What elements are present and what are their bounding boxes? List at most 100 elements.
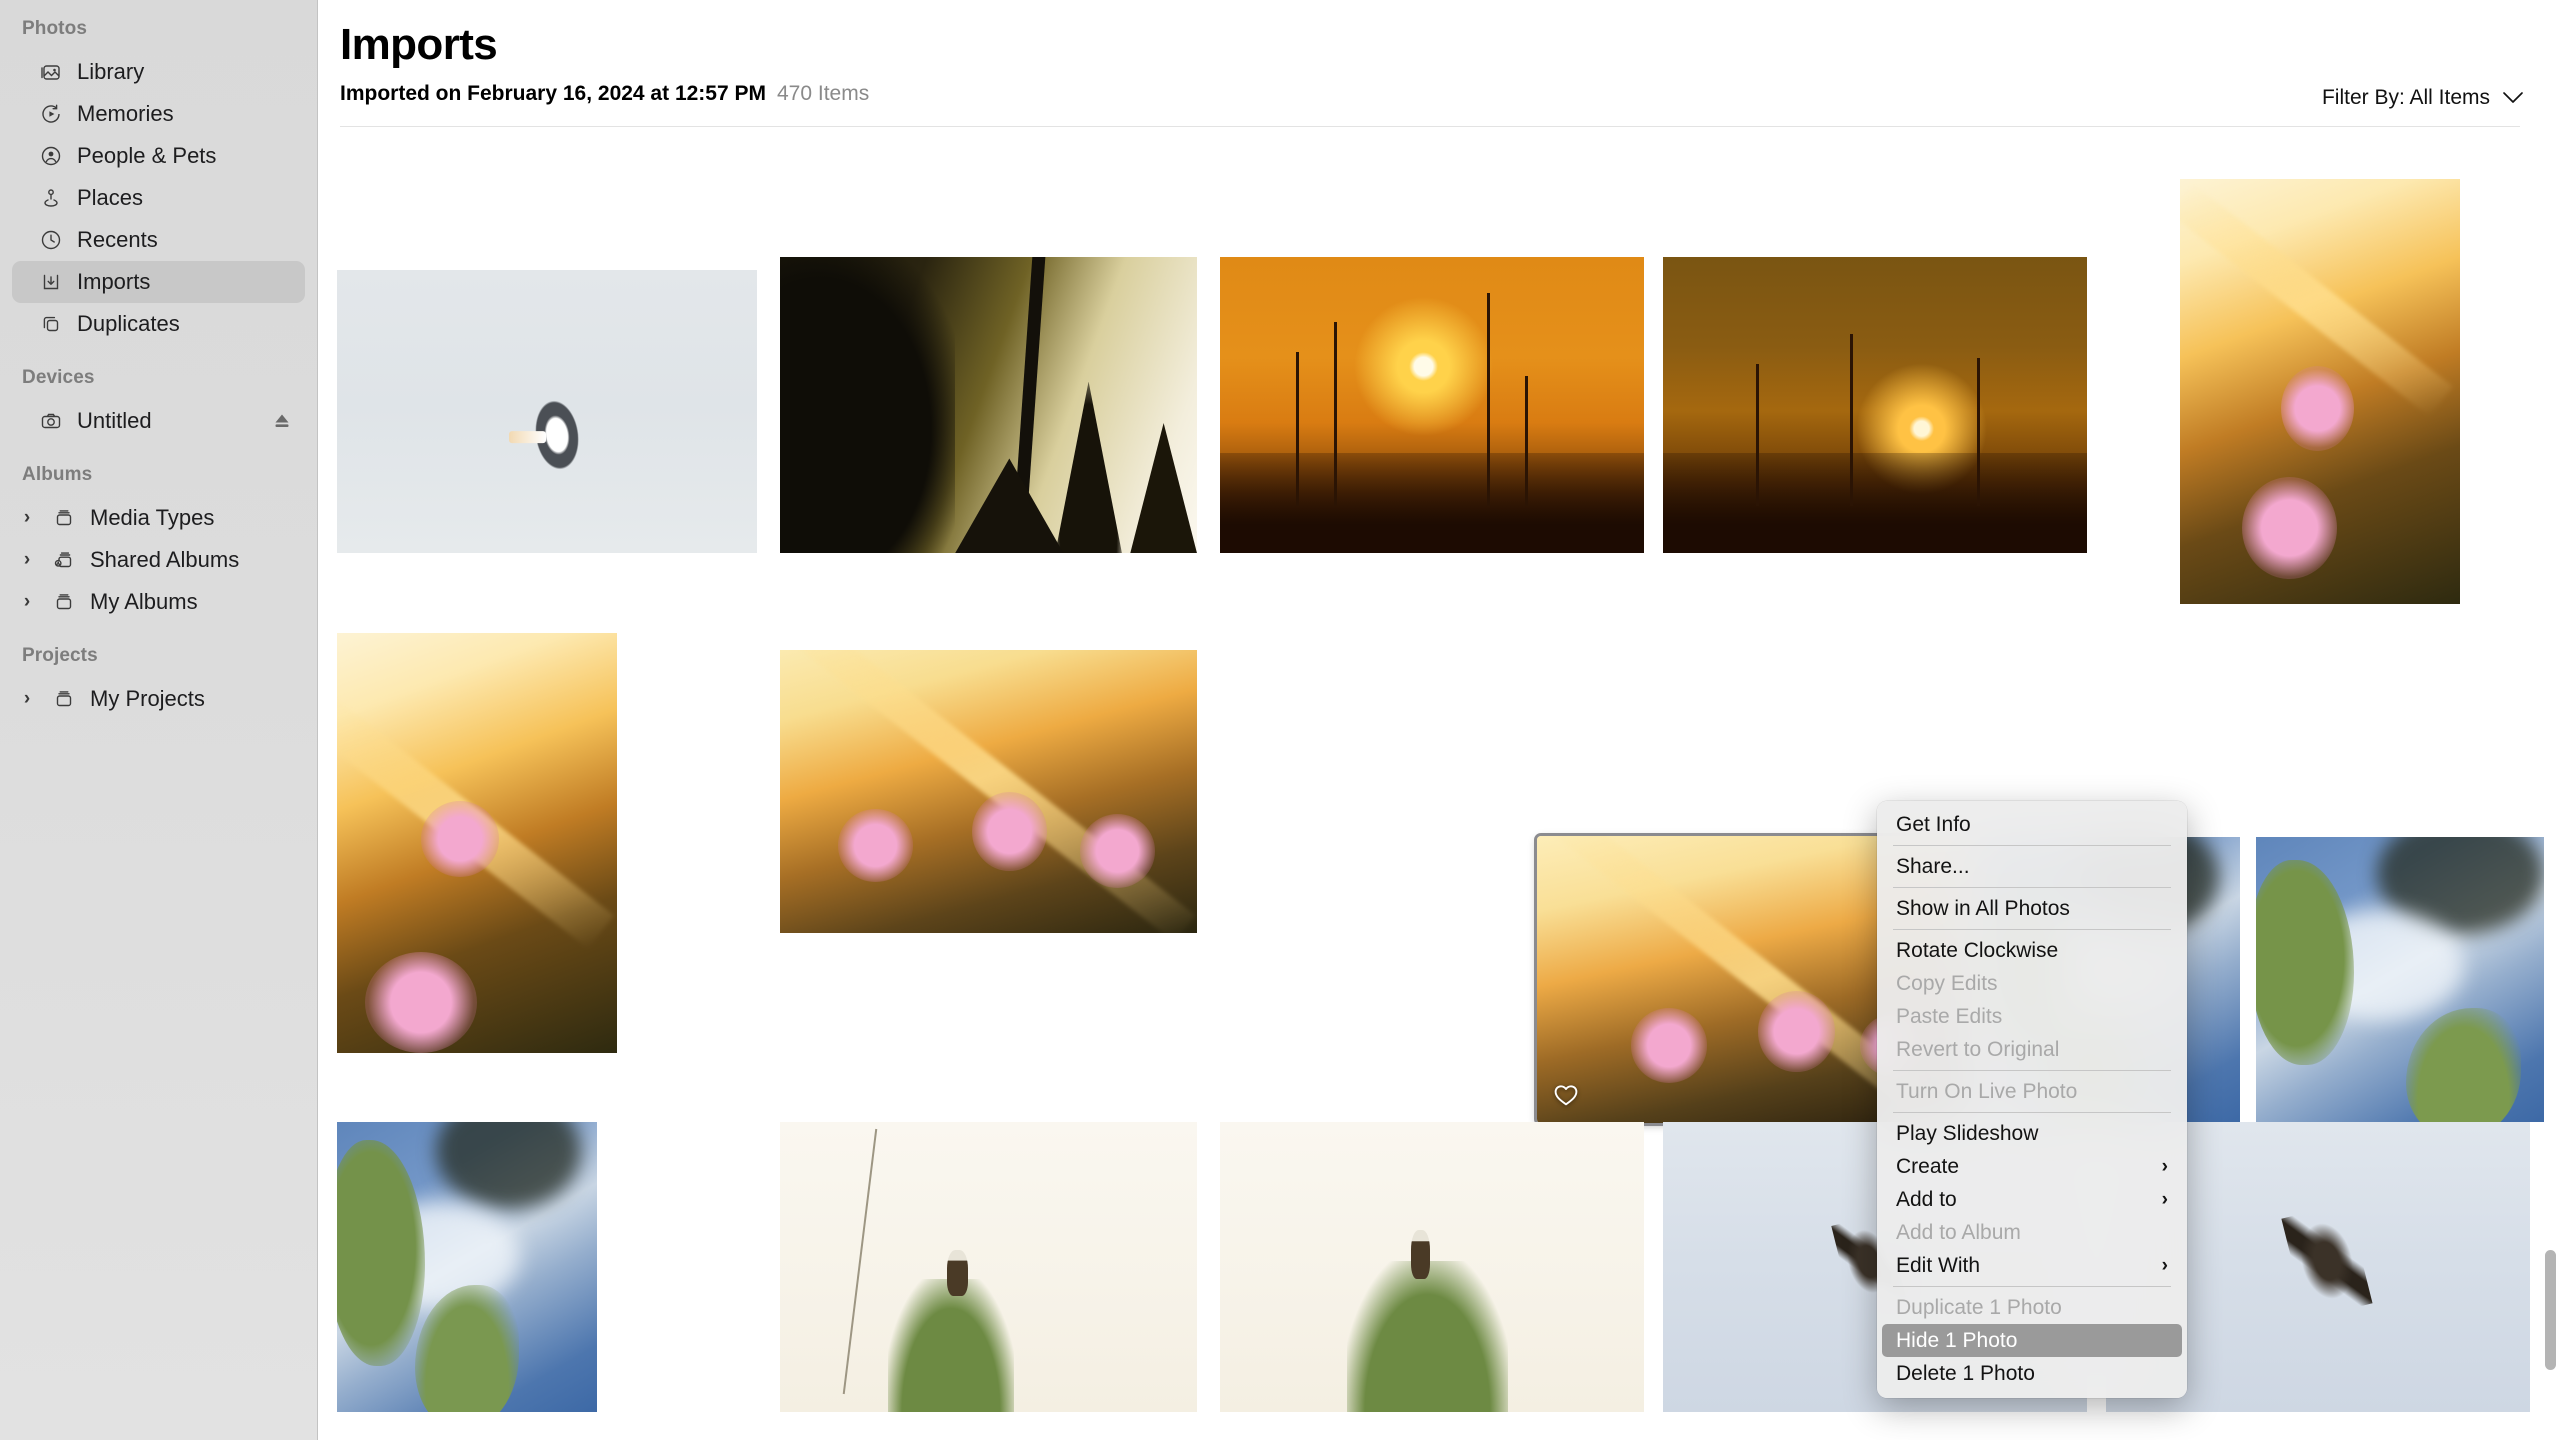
orange-sunset-burnt-forest [1220, 257, 1644, 554]
context-menu-item-label: Rotate Clockwise [1896, 938, 2059, 962]
sidebar-section-devices-title: Devices [22, 367, 95, 388]
sidebar: Photos Library Memories People & Pets Pl… [0, 0, 318, 1440]
duplicates-icon [38, 311, 64, 337]
camera-icon [38, 408, 64, 434]
context-menu-item-label: Play Slideshow [1896, 1121, 2039, 1145]
deep-orange-sunset [1663, 257, 2087, 554]
context-menu-item-paste-edits: Paste Edits [1882, 1000, 2182, 1033]
context-menu-item-label: Turn On Live Photo [1896, 1079, 2078, 1103]
photo-thumbnail[interactable] [337, 633, 617, 1054]
chevron-right-icon: › [2161, 1155, 2168, 1177]
context-menu[interactable]: Get Info Share... Show in All Photos Rot… [1877, 801, 2187, 1398]
sidebar-item-label: Untitled [77, 408, 152, 433]
context-menu-item-get-info[interactable]: Get Info [1882, 808, 2182, 841]
sidebar-item-label: My Albums [90, 589, 198, 614]
bald-eagle-perched [780, 1122, 1197, 1413]
sidebar-item-duplicates[interactable]: Duplicates [12, 303, 305, 345]
chevron-right-icon[interactable]: › [16, 507, 38, 529]
sidebar-item-recents[interactable]: Recents [12, 219, 305, 261]
context-menu-item-label: Hide 1 Photo [1896, 1328, 2018, 1352]
birch-blue-sky-b [2256, 837, 2544, 1123]
photo-thumbnail[interactable] [780, 257, 1197, 554]
sidebar-item-label: People & Pets [77, 143, 217, 168]
context-menu-item-edit-with[interactable]: Edit With › [1882, 1249, 2182, 1282]
photo-thumbnail[interactable] [780, 1122, 1197, 1413]
context-menu-item-label: Get Info [1896, 812, 1971, 836]
people-icon [38, 143, 64, 169]
sidebar-item-memories[interactable]: Memories [12, 93, 305, 135]
context-menu-item-add-to[interactable]: Add to › [1882, 1183, 2182, 1216]
vertical-scrollbar[interactable] [2545, 1250, 2556, 1370]
sidebar-item-media-types[interactable]: › Media Types [12, 497, 305, 539]
item-count-text: 470 Items [777, 82, 870, 106]
album-icon [51, 686, 77, 712]
sidebar-item-my-albums[interactable]: › My Albums [12, 581, 305, 623]
favorite-heart-icon[interactable] [1553, 1083, 1579, 1109]
page-title: Imports [340, 20, 498, 69]
context-menu-item-show-in-all-photos[interactable]: Show in All Photos [1882, 892, 2182, 925]
photo-thumbnail[interactable] [337, 270, 757, 554]
imported-on-text: Imported on February 16, 2024 at 12:57 P… [340, 82, 766, 106]
context-menu-item-label: Copy Edits [1896, 971, 1998, 995]
context-menu-item-play-slideshow[interactable]: Play Slideshow [1882, 1117, 2182, 1150]
main-content: Imports Imported on February 16, 2024 at… [318, 0, 2560, 1440]
photo-thumbnail[interactable] [1220, 1122, 1644, 1413]
chevron-right-icon: › [2161, 1188, 2168, 1210]
filter-by-button[interactable]: Filter By: All Items [2322, 86, 2524, 110]
sidebar-item-label: Library [77, 59, 145, 84]
context-menu-separator [1893, 1286, 2171, 1287]
context-menu-separator [1893, 929, 2171, 930]
context-menu-item-label: Show in All Photos [1896, 896, 2070, 920]
filter-by-label: Filter By: All Items [2321, 86, 2490, 109]
context-menu-item-label: Create [1896, 1154, 1960, 1178]
fireweed-sunburst-wide [780, 650, 1197, 934]
context-menu-separator [1893, 887, 2171, 888]
context-menu-item-revert-to-original: Revert to Original [1882, 1033, 2182, 1066]
context-menu-item-rotate-clockwise[interactable]: Rotate Clockwise [1882, 934, 2182, 967]
sidebar-item-label: Duplicates [77, 311, 180, 336]
context-menu-item-hide-1-photo[interactable]: Hide 1 Photo [1882, 1324, 2182, 1357]
shared-album-icon [51, 547, 77, 573]
eagle-on-spruce [1220, 1122, 1644, 1413]
library-icon [38, 59, 64, 85]
memories-icon [38, 101, 64, 127]
import-icon [38, 269, 64, 295]
chevron-right-icon: › [2161, 1254, 2168, 1276]
photo-thumbnail[interactable] [2180, 179, 2460, 605]
sidebar-item-label: Shared Albums [90, 547, 240, 572]
context-menu-item-label: Duplicate 1 Photo [1896, 1295, 2062, 1319]
context-menu-item-label: Add to Album [1896, 1220, 2021, 1244]
sidebar-item-library[interactable]: Library [12, 51, 305, 93]
sidebar-section-photos-title: Photos [22, 18, 87, 39]
photo-thumbnail[interactable] [1220, 257, 1644, 554]
chevron-right-icon[interactable]: › [16, 549, 38, 571]
sidebar-item-untitled-device[interactable]: Untitled [12, 400, 305, 442]
photo-thumbnail[interactable] [1663, 257, 2087, 554]
sidebar-item-places[interactable]: Places [12, 177, 305, 219]
sidebar-item-shared-albums[interactable]: › Shared Albums [12, 539, 305, 581]
photo-thumbnail[interactable] [337, 1122, 597, 1413]
sidebar-item-my-projects[interactable]: › My Projects [12, 678, 305, 720]
context-menu-separator [1893, 1070, 2171, 1071]
photo-thumbnail[interactable] [780, 650, 1197, 934]
sidebar-item-people-pets[interactable]: People & Pets [12, 135, 305, 177]
sidebar-item-imports[interactable]: Imports [12, 261, 305, 303]
context-menu-item-turn-on-live-photo: Turn On Live Photo [1882, 1075, 2182, 1108]
chevron-right-icon[interactable]: › [16, 688, 38, 710]
chevron-down-icon [2502, 86, 2524, 110]
fireweed-meadow-portrait [337, 633, 617, 1054]
pelican-in-flight [337, 270, 757, 554]
places-pin-icon [38, 185, 64, 211]
context-menu-item-create[interactable]: Create › [1882, 1150, 2182, 1183]
chevron-right-icon[interactable]: › [16, 591, 38, 613]
context-menu-item-share[interactable]: Share... [1882, 850, 2182, 883]
context-menu-item-label: Delete 1 Photo [1896, 1361, 2035, 1385]
context-menu-separator [1893, 845, 2171, 846]
sidebar-item-label: Media Types [90, 505, 215, 530]
sidebar-item-label: Memories [77, 101, 174, 126]
sidebar-item-label: Recents [77, 227, 158, 252]
sidebar-section-albums-title: Albums [22, 464, 93, 485]
context-menu-item-delete-1-photo[interactable]: Delete 1 Photo [1882, 1357, 2182, 1390]
eject-icon[interactable] [269, 408, 295, 434]
photo-thumbnail[interactable] [2256, 837, 2544, 1123]
